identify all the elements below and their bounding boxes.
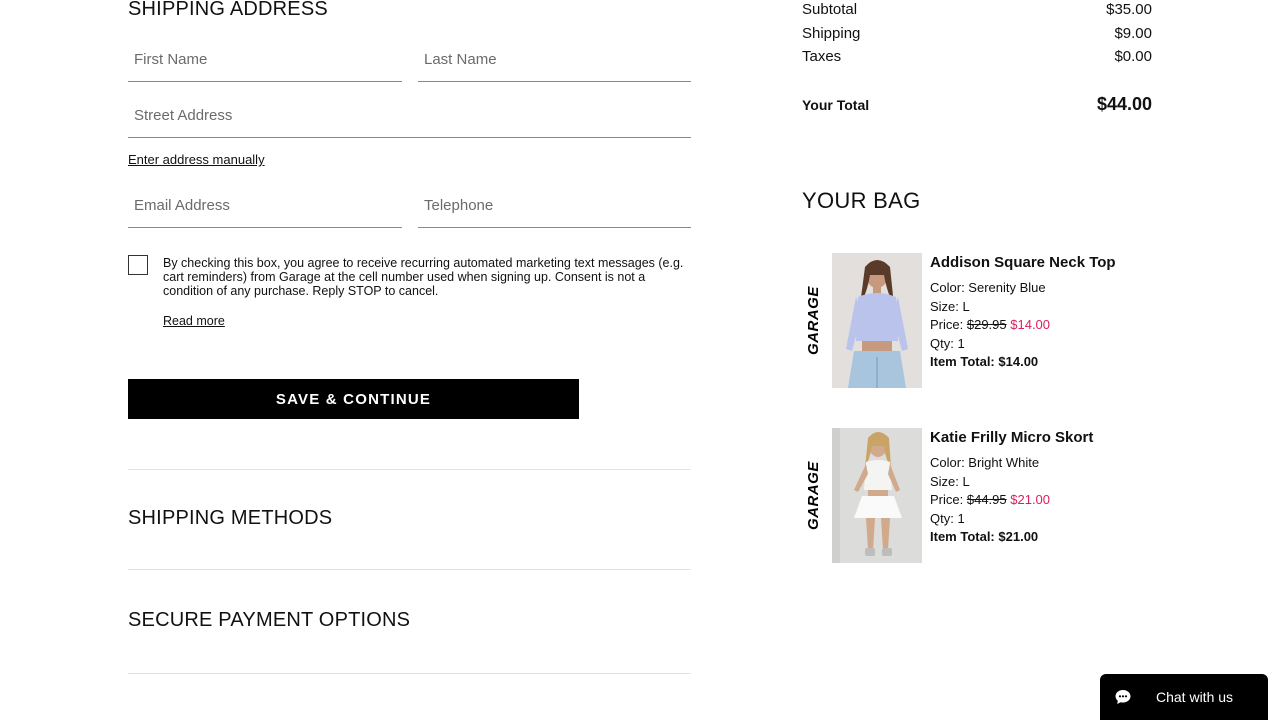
original-price: $44.95: [966, 492, 1007, 507]
brand-logo: GARAGE: [805, 461, 822, 530]
taxes-label: Taxes: [802, 48, 842, 65]
product-qty: Qty: 1: [930, 335, 965, 351]
subtotal-label: Subtotal: [802, 1, 858, 18]
price-label: Price:: [930, 317, 964, 332]
last-name-input[interactable]: [418, 38, 691, 81]
divider: [128, 673, 691, 674]
total-value: $44.00: [1096, 94, 1152, 114]
street-address-input[interactable]: [128, 94, 691, 137]
product-color: Color: Bright White: [930, 455, 1040, 470]
total-row: Your Total $44.00: [802, 94, 1152, 115]
bag-item: GARAGE Addison Square Neck Top Color: Se…: [802, 253, 1162, 393]
shipping-row: Shipping $9.00: [802, 25, 1152, 42]
chat-label: Chat with us: [1156, 689, 1234, 705]
telephone-input[interactable]: [418, 184, 691, 227]
product-name[interactable]: Katie Frilly Micro Skort: [930, 429, 1093, 446]
divider: [128, 469, 691, 470]
subtotal-row: Subtotal $35.00: [802, 1, 1152, 18]
product-color: Color: Serenity Blue: [930, 280, 1046, 295]
product-image[interactable]: [832, 428, 922, 563]
product-size: Size: L: [930, 473, 970, 489]
item-total-value: $14.00: [998, 354, 1039, 369]
product-price: Price: $29.95 $14.00: [930, 316, 1050, 335]
product-qty: Qty: 1: [930, 510, 965, 526]
last-name-field[interactable]: [418, 38, 691, 82]
first-name-input[interactable]: [128, 38, 402, 81]
shipping-value: $9.00: [1114, 25, 1152, 42]
bag-item: GARAGE Katie Frilly Micro Skort Color: B…: [802, 428, 1162, 568]
email-input[interactable]: [128, 184, 402, 227]
read-more-link[interactable]: Read more: [163, 314, 225, 328]
telephone-field[interactable]: [418, 184, 691, 228]
price-label: Price:: [930, 492, 964, 507]
shipping-label: Shipping: [802, 25, 861, 42]
item-total-value: $21.00: [998, 529, 1039, 544]
original-price: $29.95: [966, 317, 1007, 332]
product-name[interactable]: Addison Square Neck Top: [930, 254, 1116, 271]
product-photo-icon: [832, 428, 922, 563]
sms-consent-text: By checking this box, you agree to recei…: [163, 256, 684, 298]
item-total: Item Total: $21.00: [930, 528, 1050, 547]
shipping-address-title: SHIPPING ADDRESS: [128, 0, 328, 20]
sale-price: $21.00: [1010, 492, 1051, 507]
item-total-label: Item Total:: [930, 529, 995, 544]
street-address-field[interactable]: [128, 94, 691, 138]
item-total: Item Total: $14.00: [930, 353, 1050, 372]
item-total-label: Item Total:: [930, 354, 995, 369]
save-continue-button[interactable]: SAVE & CONTINUE: [128, 379, 579, 419]
shipping-methods-title[interactable]: SHIPPING METHODS: [128, 507, 332, 530]
first-name-field[interactable]: [128, 38, 402, 82]
your-bag-title: YOUR BAG: [802, 188, 921, 213]
sms-consent-checkbox[interactable]: [128, 255, 148, 275]
email-field[interactable]: [128, 184, 402, 228]
payment-options-title[interactable]: SECURE PAYMENT OPTIONS: [128, 609, 410, 632]
total-label: Your Total: [802, 96, 870, 113]
product-details: Color: Bright White Size: L Price: $44.9…: [930, 454, 1050, 547]
product-details: Color: Serenity Blue Size: L Price: $29.…: [930, 279, 1050, 372]
product-image[interactable]: [832, 253, 922, 388]
chat-button[interactable]: Chat with us: [1100, 674, 1268, 720]
subtotal-value: $35.00: [1106, 1, 1152, 18]
divider: [128, 569, 691, 570]
taxes-value: $0.00: [1114, 48, 1152, 65]
product-photo-icon: [832, 253, 922, 388]
product-size: Size: L: [930, 298, 970, 314]
brand-logo: GARAGE: [805, 286, 822, 355]
taxes-row: Taxes $0.00: [802, 48, 1152, 65]
sale-price: $14.00: [1010, 317, 1051, 332]
enter-address-manually-link[interactable]: Enter address manually: [128, 152, 265, 167]
chat-bubble-icon: [1114, 688, 1132, 706]
product-price: Price: $44.95 $21.00: [930, 491, 1050, 510]
